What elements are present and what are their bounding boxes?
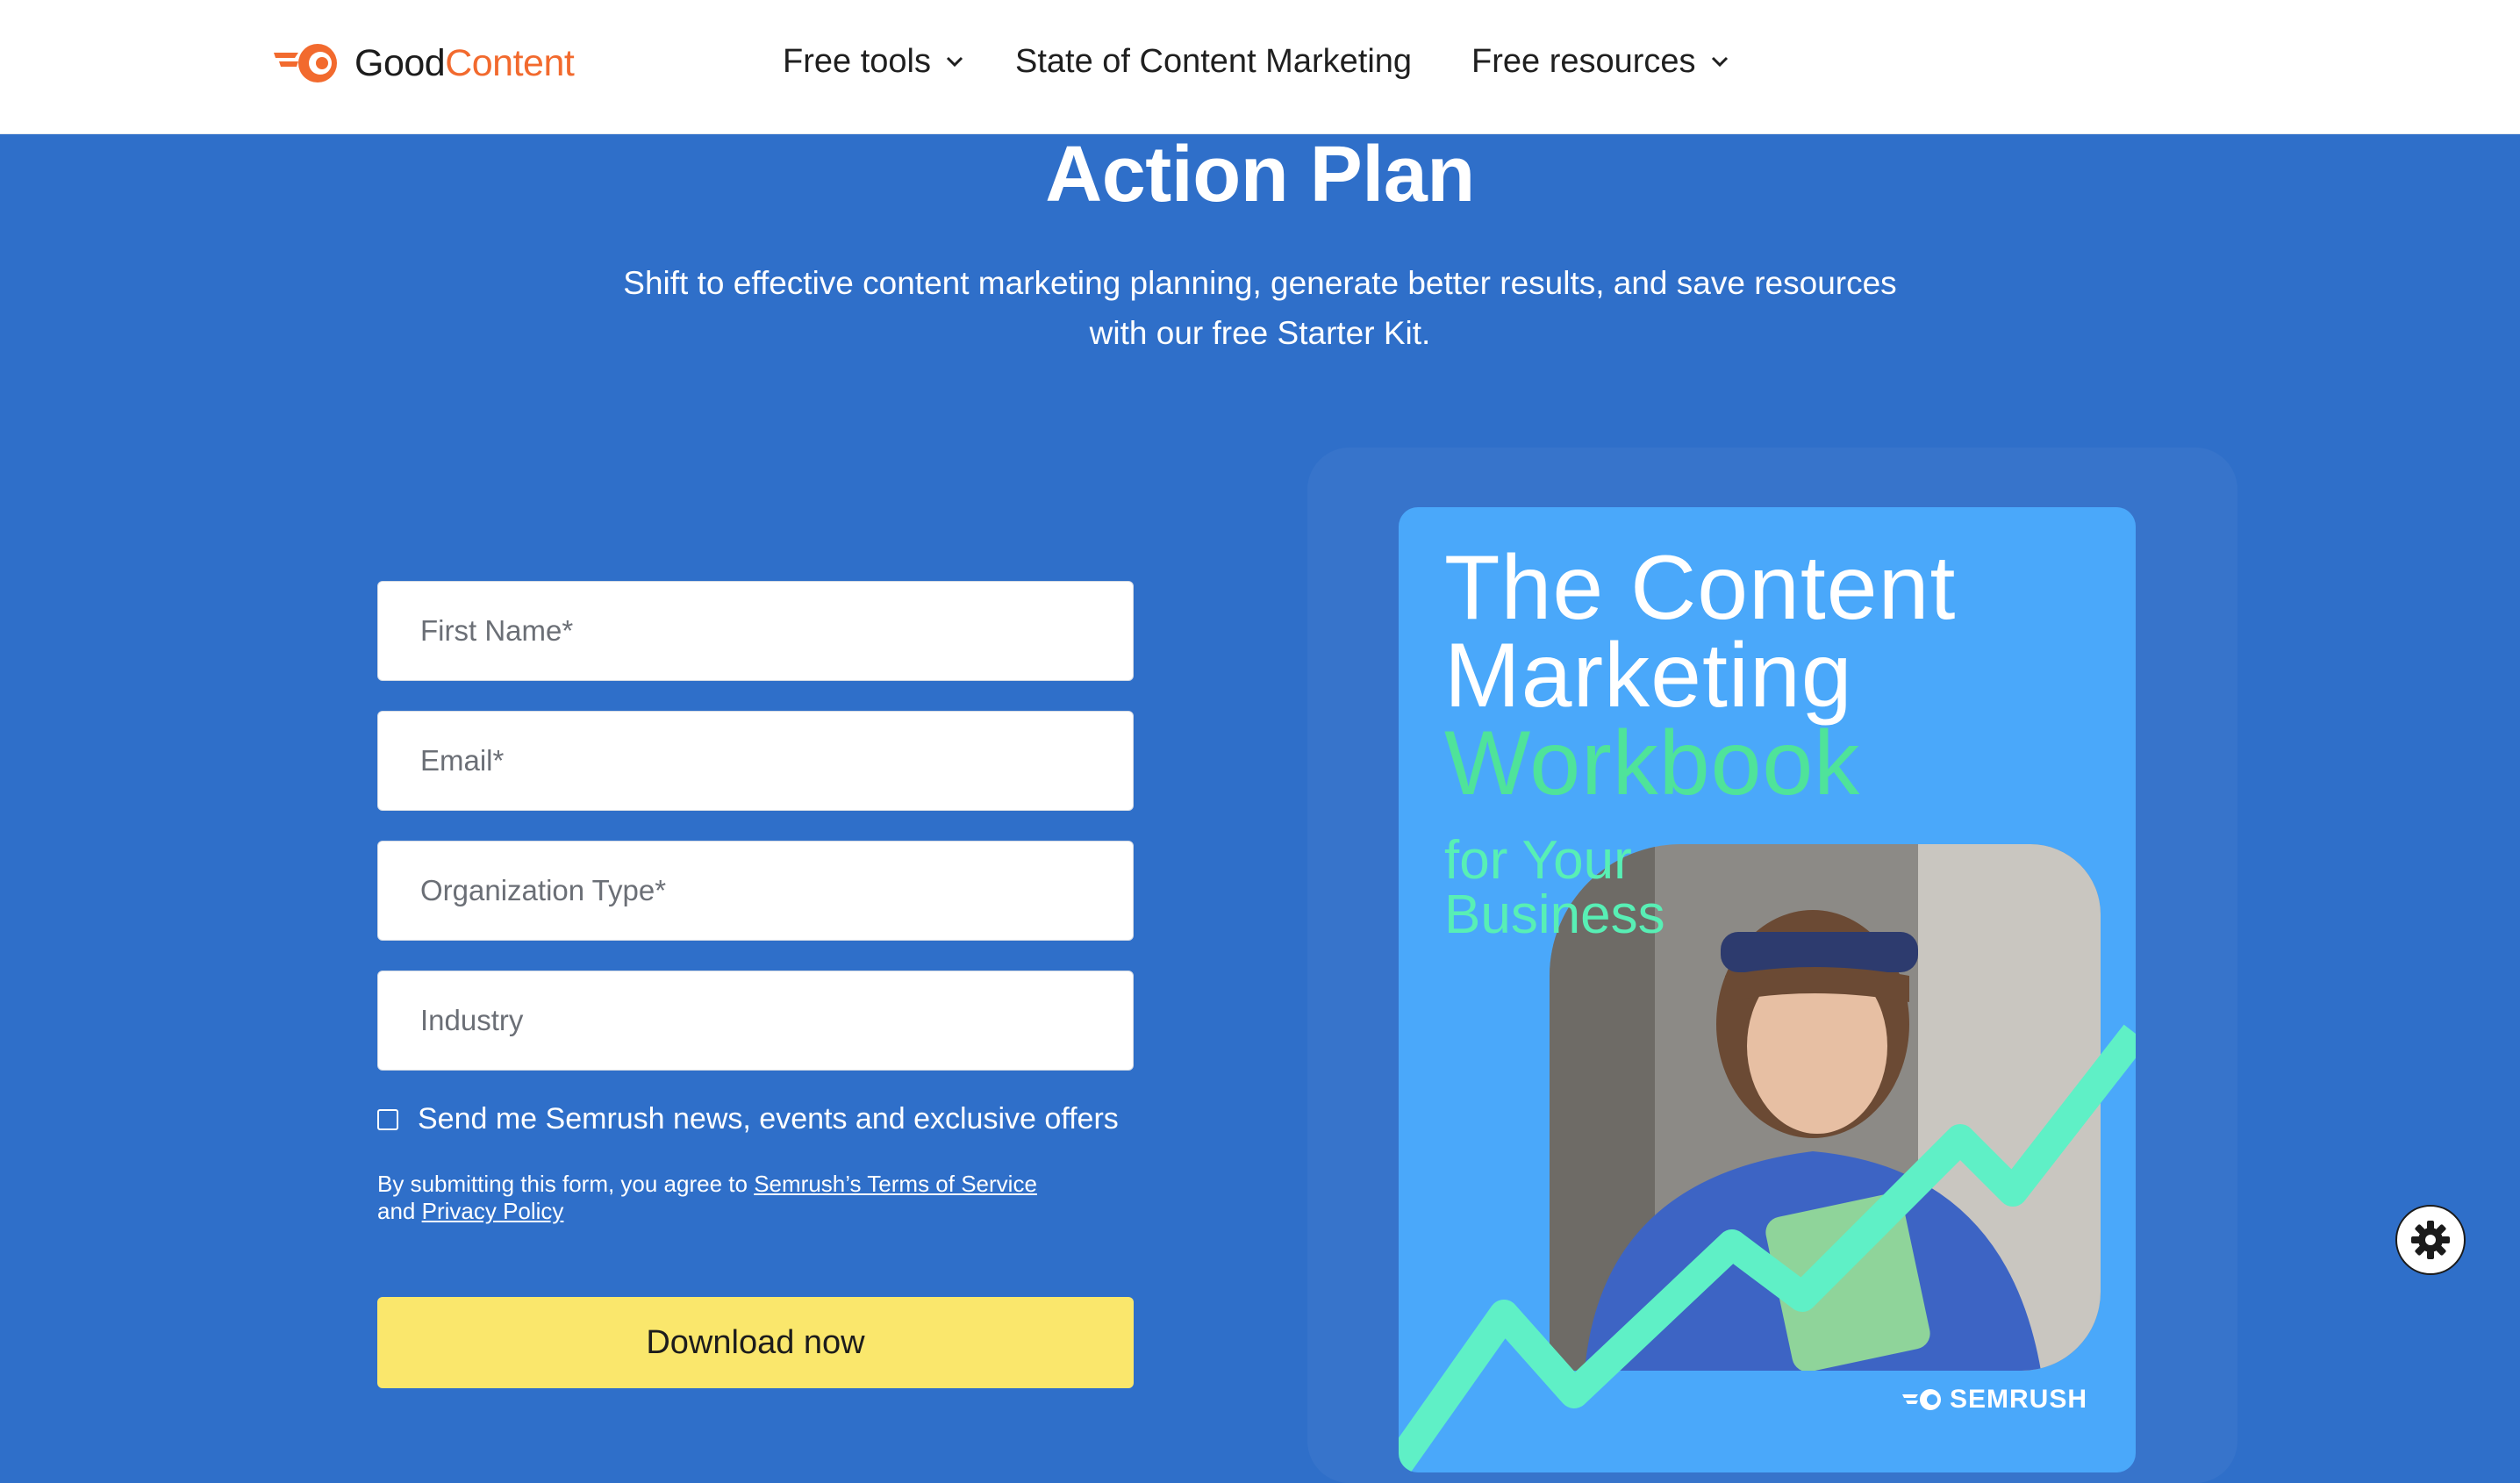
legal-prefix: By submitting this form, you agree to xyxy=(377,1171,755,1197)
privacy-policy-link[interactable]: Privacy Policy xyxy=(422,1198,564,1224)
goodcontent-logo[interactable]: GoodContent xyxy=(272,37,575,90)
cover-title: The Content Marketing Workbook xyxy=(1444,537,1957,814)
email-placeholder: Email* xyxy=(420,744,505,777)
newsletter-consent-label: Send me Semrush news, events and exclusi… xyxy=(418,1102,1119,1136)
nav-free-resources-label: Free resources xyxy=(1471,42,1696,80)
organization-type-placeholder: Organization Type* xyxy=(420,874,667,906)
nav-free-resources[interactable]: Free resources xyxy=(1471,35,1729,88)
page-subtitle: Shift to effective content marketing pla… xyxy=(623,265,1897,351)
legal-and: and xyxy=(377,1198,422,1224)
industry-placeholder: Industry xyxy=(420,1004,524,1036)
semrush-brand-text: SEMRUSH xyxy=(1950,1385,2088,1414)
industry-field[interactable]: Industry xyxy=(377,971,1134,1071)
download-now-button[interactable]: Download now xyxy=(377,1297,1134,1388)
cover-title-line2: Marketing xyxy=(1444,625,1853,727)
legal-notice: By submitting this form, you agree to Se… xyxy=(377,1171,1044,1225)
nav-free-tools[interactable]: Free tools xyxy=(783,35,964,88)
semrush-logo-icon xyxy=(1902,1389,1941,1410)
semrush-logo-icon xyxy=(274,44,337,82)
chevron-down-icon xyxy=(946,56,963,68)
workbook-cover: The Content Marketing Workbook for Your … xyxy=(1399,507,2136,1472)
cover-subtitle: for Your Business xyxy=(1444,834,1665,942)
cover-title-line1: The Content xyxy=(1444,537,1957,639)
first-name-placeholder: First Name* xyxy=(420,614,574,647)
terms-of-service-link[interactable]: Semrush’s Terms of Service xyxy=(754,1171,1037,1197)
organization-type-field[interactable]: Organization Type* xyxy=(377,841,1134,941)
gear-icon xyxy=(2411,1221,2450,1259)
email-field[interactable]: Email* xyxy=(377,711,1134,811)
newsletter-consent: Send me Semrush news, events and exclusi… xyxy=(377,1102,1119,1136)
nav-state-label: State of Content Marketing xyxy=(1015,42,1413,80)
nav-free-tools-label: Free tools xyxy=(783,42,931,80)
page-title: Action Plan xyxy=(1045,131,1475,219)
first-name-field[interactable]: First Name* xyxy=(377,581,1134,681)
semrush-brand: SEMRUSH xyxy=(1902,1385,2087,1415)
chevron-down-icon xyxy=(1711,56,1728,68)
cover-subtitle-line2: Business xyxy=(1444,885,1665,945)
logo-text-good: Good xyxy=(354,41,446,84)
cover-title-line3: Workbook xyxy=(1444,713,1861,814)
cover-subtitle-line1: for Your xyxy=(1444,830,1632,891)
settings-button[interactable] xyxy=(2395,1205,2466,1275)
nav-state-of-content-marketing[interactable]: State of Content Marketing xyxy=(1015,35,1412,88)
newsletter-checkbox[interactable] xyxy=(377,1108,398,1130)
site-header: GoodContent Free tools State of Content … xyxy=(0,0,2520,134)
logo-text-content: Content xyxy=(445,41,575,84)
